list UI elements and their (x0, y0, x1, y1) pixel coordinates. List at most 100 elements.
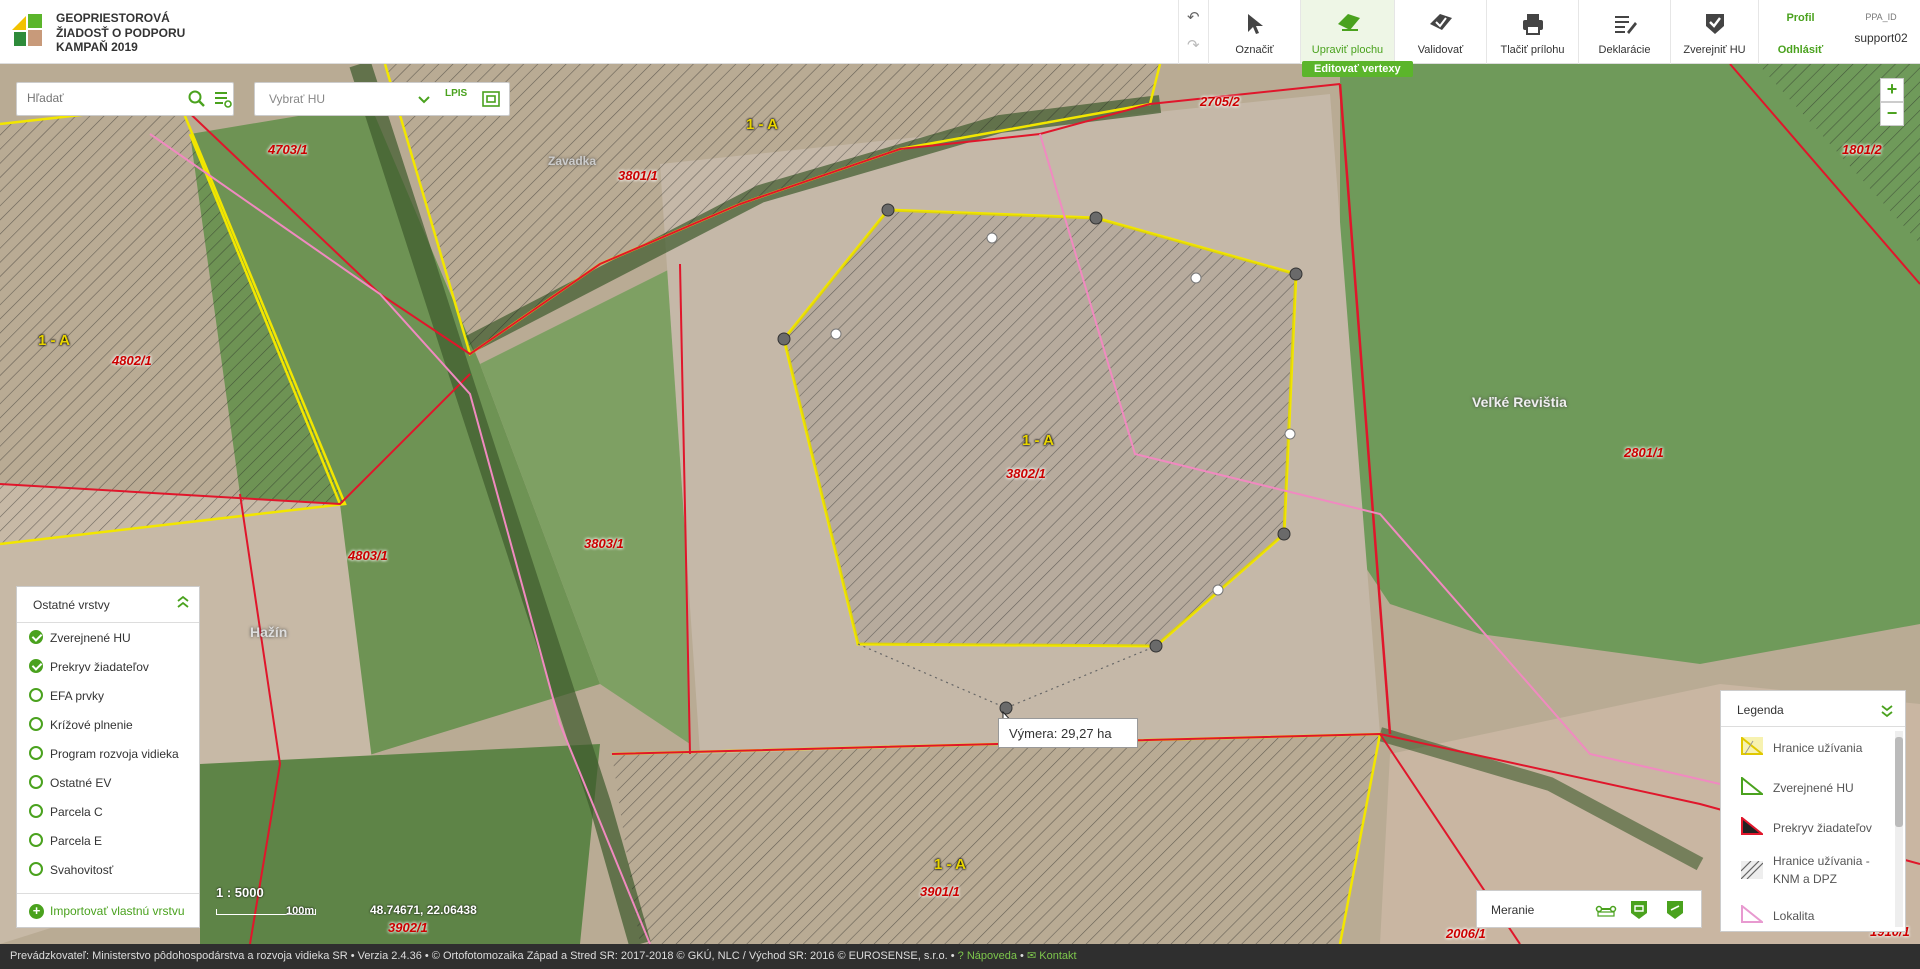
declarations-tool-button[interactable]: Deklarácie (1578, 0, 1670, 64)
layer-checkbox[interactable] (29, 775, 43, 789)
vertex-handle[interactable] (881, 203, 895, 217)
vertex-handle[interactable] (1289, 267, 1303, 281)
app-title: GEOPRIESTOROVÁ ŽIADOSŤ O PODPORU KAMPAŇ … (56, 11, 185, 55)
edited-polygon-shade (784, 210, 1296, 646)
select-tool-label: Označiť (1235, 44, 1274, 56)
layer-item[interactable]: Svahovitosť (17, 855, 199, 884)
legend-title: Legenda (1737, 703, 1784, 717)
map-scale: 1 : 5000 (216, 885, 264, 900)
parcel-label: 3801/1 (618, 168, 658, 183)
legend-header[interactable]: Legenda (1721, 691, 1905, 727)
vertex-handle[interactable] (999, 701, 1013, 715)
edit-vertices-mode-label[interactable]: Editovať vertexy (1302, 61, 1413, 77)
zoom-in-button[interactable]: + (1880, 78, 1904, 102)
layer-checkbox[interactable] (29, 862, 43, 876)
layer-item[interactable]: Prekryv žiadateľov (17, 652, 199, 681)
legend-panel: Legenda Hranice užívania Zverejnené HU P… (1720, 690, 1906, 932)
import-layer-button[interactable]: + Importovať vlastnú vrstvu (17, 893, 199, 927)
midpoint-handle[interactable] (1190, 272, 1202, 284)
search-box (16, 82, 234, 116)
mail-icon: ✉ (1026, 950, 1040, 962)
printer-icon (1523, 14, 1543, 35)
legend-scrollbar-thumb[interactable] (1895, 737, 1903, 827)
layer-checkbox[interactable] (29, 717, 43, 731)
layer-item[interactable]: Zverejnené HU (17, 623, 199, 652)
logout-link[interactable]: Odhlásiť (1759, 44, 1842, 56)
layers-panel-header[interactable]: Ostatné vrstvy (17, 587, 199, 623)
vertex-handle[interactable] (777, 332, 791, 346)
profile-column: Profil Odhlásiť (1758, 0, 1842, 64)
layer-item[interactable]: Parcela E (17, 826, 199, 855)
midpoint-handle[interactable] (986, 232, 998, 244)
legend-label: Zverejnené HU (1773, 781, 1854, 795)
layer-checkbox[interactable] (29, 688, 43, 702)
search-list-icon[interactable] (213, 89, 233, 109)
legend-item: Zverejnené HU (1721, 767, 1905, 807)
publish-hu-tool-label: Zverejniť HU (1683, 44, 1746, 56)
midpoint-handle[interactable] (1284, 428, 1296, 440)
publish-hu-tool-button[interactable]: Zverejniť HU (1670, 0, 1758, 64)
title-line-2: ŽIADOSŤ O PODPORU (56, 25, 186, 40)
vertex-handle[interactable] (1149, 639, 1163, 653)
midpoint-handle[interactable] (830, 328, 842, 340)
validate-tool-button[interactable]: Validovať (1394, 0, 1486, 64)
measure-area-icon[interactable] (1629, 899, 1649, 921)
parcel-label: 2006/1 (1446, 926, 1486, 941)
hu-select-value: Vybrať HU (269, 92, 326, 106)
import-layer-label: Importovať vlastnú vrstvu (50, 904, 185, 918)
measure-distance-icon[interactable] (1595, 899, 1617, 919)
town-label: Zavadka (548, 154, 597, 168)
legend-scrollbar[interactable] (1895, 731, 1903, 927)
midpoint-handle[interactable] (1212, 584, 1224, 596)
parcel-label: 3902/1 (388, 920, 428, 935)
chevron-down-icon[interactable] (415, 90, 433, 108)
print-tool-button[interactable]: Tlačiť prílohu (1486, 0, 1578, 64)
search-icon[interactable] (187, 89, 207, 109)
parcel-label: 2801/1 (1624, 445, 1664, 460)
search-input[interactable] (27, 91, 177, 105)
layer-checkbox[interactable] (29, 630, 43, 644)
zone-label: 1 - A (1022, 432, 1054, 449)
redo-icon[interactable]: ↷ (1187, 36, 1200, 54)
knm-dpz-swatch (1741, 861, 1763, 879)
layer-item[interactable]: Krížové plnenie (17, 710, 199, 739)
map-canvas[interactable]: 4703/1 3801/1 2705/2 1801/2 4802/1 3802/… (0, 64, 1920, 944)
contact-link[interactable]: Kontakt (1039, 950, 1076, 962)
help-link[interactable]: Nápoveda (967, 950, 1017, 962)
title-line-1: GEOPRIESTOROVÁ (56, 11, 170, 25)
layer-item[interactable]: Ostatné EV (17, 768, 199, 797)
edit-area-tool-button[interactable]: Upraviť plochu (1300, 0, 1394, 64)
layer-item[interactable]: Program rozvoja vidieka (17, 739, 199, 768)
parcel-label: 3803/1 (584, 536, 624, 551)
layers-window-icon[interactable] (481, 90, 501, 108)
collapse-chevron-icon[interactable] (1879, 700, 1895, 720)
vertex-handle[interactable] (1277, 527, 1291, 541)
print-tool-label: Tlačiť prílohu (1500, 44, 1565, 56)
lpis-toggle[interactable]: LPIS (445, 88, 467, 99)
profile-link[interactable]: Profil (1759, 12, 1842, 24)
layer-checkbox[interactable] (29, 833, 43, 847)
legend-label: Prekryv žiadateľov (1773, 821, 1872, 835)
zone-label: 1 - A (746, 116, 778, 133)
hu-select[interactable]: Vybrať HU LPIS (254, 82, 510, 116)
app-logo (12, 14, 42, 46)
zoom-out-button[interactable]: − (1880, 102, 1904, 126)
layer-checkbox[interactable] (29, 746, 43, 760)
measure-perimeter-icon[interactable] (1665, 899, 1685, 921)
vertex-handle[interactable] (1089, 211, 1103, 225)
collapse-chevron-icon[interactable] (175, 595, 191, 615)
parcel-label: 3802/1 (1006, 466, 1046, 481)
layer-label: Krížové plnenie (50, 718, 133, 732)
parcel-label: 4703/1 (268, 142, 308, 157)
layer-item[interactable]: EFA prvky (17, 681, 199, 710)
history-controls: ↶ ↷ (1178, 0, 1208, 64)
layer-item[interactable]: Parcela C (17, 797, 199, 826)
plus-icon: + (29, 904, 44, 919)
undo-icon[interactable]: ↶ (1187, 8, 1200, 26)
layer-checkbox[interactable] (29, 659, 43, 673)
layer-checkbox[interactable] (29, 804, 43, 818)
select-tool-button[interactable]: Označiť (1208, 0, 1300, 64)
layer-label: Prekryv žiadateľov (50, 660, 149, 674)
town-label: Hažín (250, 624, 288, 640)
username: support02 (1854, 31, 1908, 45)
